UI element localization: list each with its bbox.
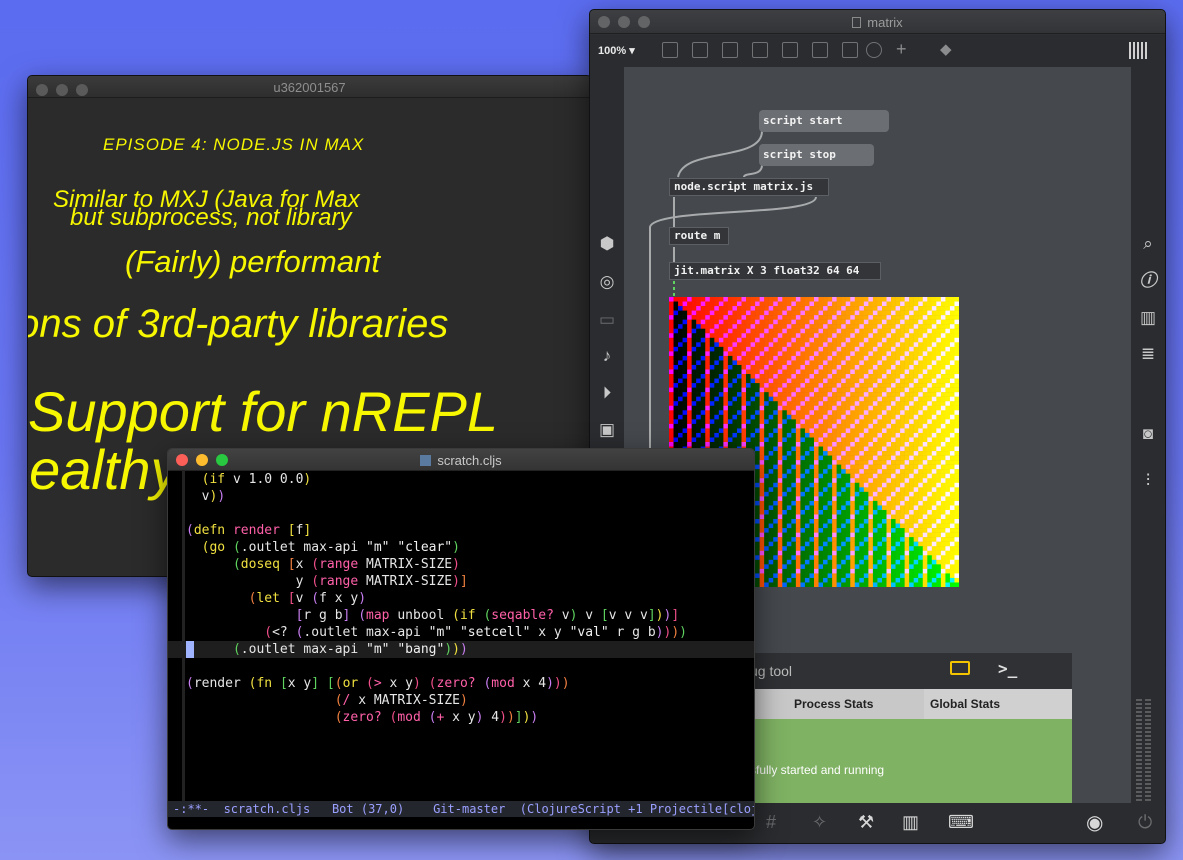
image-icon[interactable]: ▣	[598, 421, 616, 439]
code-line: (zero? (mod (+ x y) 4))]))	[334, 710, 539, 725]
emacs-titlebar: scratch.cljs	[168, 449, 754, 471]
window-title: scratch.cljs	[168, 453, 754, 468]
camera-icon[interactable]: ◙	[1139, 425, 1157, 443]
script-start-message[interactable]: script start	[759, 110, 889, 132]
code-line: v))	[186, 489, 226, 504]
debug-title: ug tool	[750, 663, 793, 679]
right-sidebar: ⌕ ⓘ ▥ ≣ ◙ ⫶	[1131, 67, 1165, 843]
code-line: (let [v (f x y)	[248, 591, 367, 606]
wrench-icon[interactable]: ⚒	[858, 812, 874, 833]
emacs-window: scratch.cljs (if v 1.0 0.0) v)) (defn re…	[167, 448, 755, 830]
slider-icon[interactable]	[842, 42, 858, 58]
code-line: (doseq [x (range MATRIX-SIZE)	[232, 557, 460, 572]
code-line: (<? (.outlet max-api "m" "setcell" x y "…	[264, 625, 687, 640]
code-line: (go (.outlet max-api "m" "clear")	[201, 540, 460, 555]
search-icon[interactable]: ⌕	[1139, 235, 1157, 253]
window-title-text: scratch.cljs	[437, 453, 502, 468]
piano-icon[interactable]: ▥	[902, 812, 919, 833]
grid-icon[interactable]	[1129, 42, 1149, 59]
fringe	[182, 471, 185, 801]
packages-cube-icon[interactable]: ⬢	[598, 235, 616, 253]
code-line: [r g b] (map unbool (if (seqable? v) v […	[295, 608, 680, 623]
mode-line: -:**- scratch.cljs Bot (37,0) Git-master…	[168, 801, 754, 817]
zoom-menu[interactable]: 100% ▾	[598, 44, 635, 57]
file-icon	[420, 455, 432, 466]
slide-line: EPISODE 4: NODE.JS IN MAX	[103, 135, 365, 154]
node-script-object[interactable]: node.script matrix.js	[669, 178, 829, 196]
slide-line: Support for nREPL	[28, 380, 499, 443]
power-icon[interactable]: ⏻	[1138, 812, 1152, 833]
target-icon[interactable]: ◎	[598, 273, 616, 291]
media-play-icon[interactable]: ⏵	[598, 384, 616, 402]
button-object-icon[interactable]	[782, 42, 798, 58]
code-line: (if v 1.0 0.0)	[186, 472, 312, 487]
slide-line: but subprocess, not library	[70, 204, 352, 231]
bus-icon[interactable]: ▭	[598, 311, 616, 329]
dial-icon[interactable]	[866, 42, 882, 58]
paint-bucket-icon[interactable]: ◆	[940, 40, 952, 58]
code-line: (defn render [f]	[186, 523, 312, 538]
code-editor[interactable]: (if v 1.0 0.0) v)) (defn render [f] (go …	[186, 471, 754, 726]
monitor-icon[interactable]	[950, 661, 970, 675]
slide-line: healthy	[28, 438, 179, 501]
x-box-icon[interactable]	[752, 42, 768, 58]
terminal-icon[interactable]: >_	[998, 659, 1017, 678]
add-object-icon[interactable]: +	[896, 39, 907, 60]
comment-box-icon[interactable]	[692, 42, 708, 58]
slide-line: tons of 3rd-party libraries	[27, 302, 449, 346]
slide-line: (Fairly) performant	[125, 244, 380, 279]
list-icon[interactable]: ≣	[1139, 345, 1157, 363]
code-line: (.outlet max-api "m" "bang")))	[232, 642, 468, 657]
play-circle-icon[interactable]: ◉	[1086, 810, 1103, 835]
speech-bubble-icon[interactable]	[722, 42, 738, 58]
info-icon[interactable]: ⓘ	[1139, 272, 1157, 290]
window-title: matrix	[590, 15, 1165, 30]
music-note-icon[interactable]: ♪	[598, 347, 616, 365]
slide-titlebar: u362001567	[28, 76, 591, 98]
document-icon	[852, 17, 862, 28]
tab-process-stats[interactable]: Process Stats	[794, 697, 873, 711]
mixer-icon[interactable]: ⫶	[1139, 472, 1157, 490]
max-titlebar: matrix	[590, 10, 1165, 34]
keyboard-icon[interactable]: ⌨	[948, 812, 974, 833]
book-icon[interactable]: ▥	[1139, 309, 1157, 327]
status-area: sfully started and running	[750, 719, 1072, 805]
debug-tabs: Process Stats Global Stats	[750, 689, 1072, 719]
window-title-text: matrix	[867, 15, 903, 30]
script-stop-message[interactable]: script stop	[759, 144, 874, 166]
jit-matrix-object[interactable]: jit.matrix X 3 float32 64 64	[669, 262, 881, 280]
play-box-icon[interactable]	[812, 42, 828, 58]
pin-icon[interactable]: ✧	[812, 812, 827, 833]
window-title: u362001567	[273, 80, 346, 95]
presentation-icon[interactable]	[662, 42, 678, 58]
tab-global-stats[interactable]: Global Stats	[930, 697, 1000, 711]
code-line: y (range MATRIX-SIZE)]	[186, 574, 468, 589]
grid-toggle-icon[interactable]: #	[766, 812, 776, 833]
zoom-value: 100%	[598, 45, 627, 57]
debug-toolbar: ug tool >_	[750, 653, 1072, 689]
status-text: sfully started and running	[750, 763, 885, 777]
code-line: (render (fn [x y] [(or (> x y) (zero? (m…	[186, 676, 570, 691]
route-object[interactable]: route m	[669, 227, 729, 245]
code-line: (/ x MATRIX-SIZE)	[334, 693, 468, 708]
